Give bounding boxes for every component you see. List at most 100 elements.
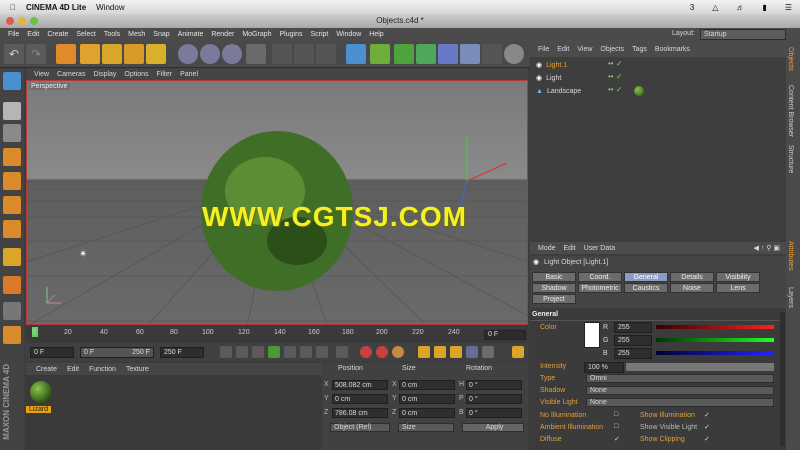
tab-structure[interactable]: Structure — [787, 145, 794, 173]
size-z-field[interactable]: 0 cm — [399, 408, 455, 418]
zoom-window-button[interactable] — [30, 17, 38, 25]
attr-tab-shadow[interactable]: Shadow — [532, 283, 576, 293]
attr-tab-noise[interactable]: Noise — [670, 283, 714, 293]
viewport-menu-display[interactable]: Display — [93, 71, 116, 78]
battery-icon[interactable]: ▮ — [762, 3, 766, 12]
object-row-light[interactable]: ◉ Light — [536, 72, 561, 84]
obj-menu-bookmarks[interactable]: Bookmarks — [655, 46, 690, 53]
menu-script[interactable]: Script — [310, 31, 328, 38]
floor-icon[interactable] — [460, 44, 480, 64]
scale-icon[interactable] — [102, 44, 122, 64]
go-to-start-icon[interactable] — [220, 346, 232, 358]
light-icon[interactable] — [504, 44, 524, 64]
start-frame-field[interactable]: 0 F — [30, 347, 74, 358]
pos-y-field[interactable]: 0 cm — [332, 394, 388, 404]
cube-icon[interactable] — [346, 44, 366, 64]
viewport-menu-filter[interactable]: Filter — [157, 71, 173, 78]
menu-snap[interactable]: Snap — [153, 31, 169, 38]
spline-icon[interactable] — [370, 44, 390, 64]
viewport-menu-options[interactable]: Options — [124, 71, 148, 78]
intensity-field[interactable]: 100 % — [584, 362, 624, 373]
nurbs-icon[interactable] — [394, 44, 414, 64]
rotate-icon[interactable] — [124, 44, 144, 64]
blue-slider[interactable] — [656, 351, 774, 355]
rgb-r-field[interactable]: 255 — [614, 322, 652, 333]
pos-z-field[interactable]: 786.08 cm — [332, 408, 388, 418]
live-selection-icon[interactable] — [56, 44, 76, 64]
loop-icon[interactable] — [336, 346, 348, 358]
go-to-end-icon[interactable] — [316, 346, 328, 358]
move-icon[interactable] — [80, 44, 100, 64]
menu-animate[interactable]: Animate — [178, 31, 204, 38]
material-preview[interactable] — [30, 381, 52, 403]
rot-h-field[interactable]: 0 ° — [466, 380, 522, 390]
menu-create[interactable]: Create — [47, 31, 68, 38]
render-view-icon[interactable] — [272, 44, 292, 64]
render-picture-viewer-icon[interactable] — [294, 44, 314, 64]
model-mode-icon[interactable] — [3, 102, 21, 120]
close-window-button[interactable] — [6, 17, 14, 25]
next-key-icon[interactable] — [300, 346, 312, 358]
size-mode-select[interactable]: Size — [398, 423, 454, 432]
material-tag-icon[interactable] — [634, 86, 644, 96]
menu-select[interactable]: Select — [76, 31, 95, 38]
attr-tab-visibility[interactable]: Visibility — [716, 272, 760, 282]
obj-menu-view[interactable]: View — [577, 46, 592, 53]
size-x-field[interactable]: 0 cm — [399, 380, 455, 390]
axis-mode-icon[interactable] — [3, 248, 21, 266]
workplane-icon[interactable] — [3, 148, 21, 166]
material-menu-function[interactable]: Function — [89, 366, 116, 373]
shadow-select[interactable]: None — [586, 386, 774, 395]
attr-tab-project[interactable]: Project — [532, 294, 576, 304]
color-swatch[interactable] — [584, 322, 600, 348]
snap-icon[interactable] — [3, 276, 21, 294]
red-slider[interactable] — [656, 325, 774, 329]
show-illumination-checkbox[interactable]: ✓ — [704, 411, 710, 419]
rot-p-field[interactable]: 0 ° — [466, 394, 522, 404]
light-icon-in-viewport[interactable]: ✴ — [79, 249, 87, 260]
menu-file[interactable]: File — [8, 31, 19, 38]
attr-menu-user-data[interactable]: User Data — [584, 245, 616, 252]
attr-tab-lens[interactable]: Lens — [716, 283, 760, 293]
show-clipping-checkbox[interactable]: ✓ — [704, 435, 710, 443]
apple-icon[interactable]:  — [10, 3, 16, 12]
list-icon[interactable]: ☰ — [785, 3, 792, 12]
size-y-field[interactable]: 0 cm — [399, 394, 455, 404]
frame-range-slider[interactable]: 0 F 250 F — [80, 347, 154, 358]
menu-mograph[interactable]: MoGraph — [242, 31, 271, 38]
obj-menu-file[interactable]: File — [538, 46, 549, 53]
pos-x-field[interactable]: 508.082 cm — [332, 380, 388, 390]
no-illumination-checkbox[interactable]: □ — [614, 411, 618, 418]
next-frame-icon[interactable] — [284, 346, 296, 358]
undo-icon[interactable]: ↶ — [4, 44, 24, 64]
material-menu-create[interactable]: Create — [36, 366, 57, 373]
previous-key-icon[interactable] — [236, 346, 248, 358]
scale-key-icon[interactable] — [434, 346, 446, 358]
cloner-icon[interactable] — [416, 44, 436, 64]
tab-content-browser[interactable]: Content Browser — [787, 85, 794, 137]
intensity-slider[interactable] — [626, 363, 774, 371]
coordinate-system-icon[interactable] — [246, 44, 266, 64]
diffuse-checkbox[interactable]: ✓ — [614, 435, 620, 443]
attributes-scrollbar[interactable] — [780, 312, 785, 446]
viewport-menu-cameras[interactable]: Cameras — [57, 71, 85, 78]
texture-mode-icon[interactable] — [3, 124, 21, 142]
light-visibility-check-icon[interactable]: •• ✓ — [608, 72, 628, 81]
attr-menu-mode[interactable]: Mode — [538, 245, 556, 252]
play-icon[interactable] — [268, 346, 280, 358]
attr-tab-details[interactable]: Details — [670, 272, 714, 282]
points-mode-icon[interactable] — [3, 172, 21, 190]
wifi-icon[interactable]: △ — [712, 3, 718, 12]
transform-icon[interactable] — [146, 44, 166, 64]
attr-tab-caustics[interactable]: Caustics — [624, 283, 668, 293]
window-menu[interactable]: Window — [96, 3, 124, 12]
obj-menu-edit[interactable]: Edit — [557, 46, 569, 53]
rot-b-field[interactable]: 0 ° — [466, 408, 522, 418]
x-axis-icon[interactable] — [178, 44, 198, 64]
light-1-visibility-check-icon[interactable]: •• ✓ — [608, 59, 628, 68]
obj-menu-tags[interactable]: Tags — [632, 46, 647, 53]
type-select[interactable]: Omni — [586, 374, 774, 383]
layout-select[interactable]: Startup — [700, 29, 786, 40]
material-menu-edit[interactable]: Edit — [67, 366, 79, 373]
rotation-key-icon[interactable] — [450, 346, 462, 358]
